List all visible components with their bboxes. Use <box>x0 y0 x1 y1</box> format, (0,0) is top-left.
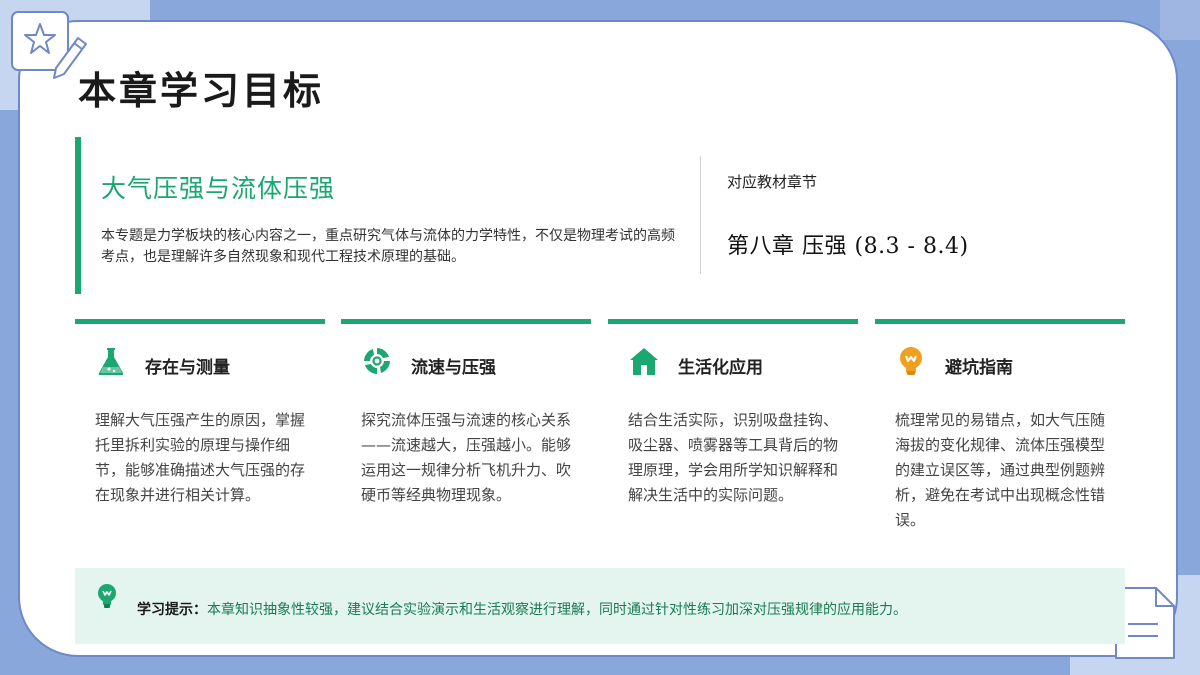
objective-title: 避坑指南 <box>945 358 1013 378</box>
objective-accent-bar <box>608 319 858 324</box>
objective-body: 梳理常见的易错点，如大气压随海拔的变化规律、流体压强模型的建立误区等，通过典型例… <box>895 411 1106 529</box>
topic-title: 大气压强与流体压强 <box>101 174 336 203</box>
objective-card-measurement: 存在与测量 理解大气压强产生的原因，掌握托里拆利实验的原理与操作细节，能够准确描… <box>75 319 325 549</box>
objective-body: 理解大气压强产生的原因，掌握托里拆利实验的原理与操作细节，能够准确描述大气压强的… <box>95 411 306 504</box>
lightbulb-icon <box>900 347 922 375</box>
study-tip-content: 本章知识抽象性较强，建议结合实验演示和生活观察进行理解，同时通过针对性练习加深对… <box>207 602 907 618</box>
objective-body: 结合生活实际，识别吸盘挂钩、吸尘器、喷雾器等工具背后的物理原理，学会用所学知识解… <box>628 411 839 504</box>
objective-card-flow: 流速与压强 探究流体压强与流速的核心关系——流速越大，压强越小。能够运用这一规律… <box>341 319 591 549</box>
objective-accent-bar <box>341 319 591 324</box>
objective-title: 存在与测量 <box>145 358 230 378</box>
star-pencil-icon <box>11 11 87 79</box>
study-tip-text: 学习提示：本章知识抽象性较强，建议结合实验演示和生活观察进行理解，同时通过针对性… <box>137 599 907 619</box>
objective-accent-bar <box>875 319 1125 324</box>
page-title: 本章学习目标 <box>78 69 325 113</box>
chapter-value: 第八章 压强 (8.3 - 8.4) <box>727 234 969 259</box>
objective-body: 探究流体压强与流速的核心关系——流速越大，压强越小。能够运用这一规律分析飞机升力… <box>361 411 572 504</box>
swirl-icon <box>364 348 390 374</box>
study-tip-label: 学习提示： <box>137 602 207 618</box>
chapter-label: 对应教材章节 <box>727 173 818 191</box>
corner-decoration-top-right <box>1160 0 1200 40</box>
study-tip-box: 学习提示：本章知识抽象性较强，建议结合实验演示和生活观察进行理解，同时通过针对性… <box>75 568 1125 644</box>
flask-icon <box>98 348 124 375</box>
house-icon <box>630 348 658 375</box>
objective-title: 生活化应用 <box>678 358 763 378</box>
objective-card-pitfalls: 避坑指南 梳理常见的易错点，如大气压随海拔的变化规律、流体压强模型的建立误区等，… <box>875 319 1125 549</box>
lightbulb-icon <box>98 584 116 608</box>
topic-description: 本专题是力学板块的核心内容之一，重点研究气体与流体的力学特性，不仅是物理考试的高… <box>101 228 675 265</box>
vertical-divider <box>700 156 701 274</box>
objective-card-application: 生活化应用 结合生活实际，识别吸盘挂钩、吸尘器、喷雾器等工具背后的物理原理，学会… <box>608 319 858 549</box>
topic-panel: 大气压强与流体压强 本专题是力学板块的核心内容之一，重点研究气体与流体的力学特性… <box>75 137 685 294</box>
objective-accent-bar <box>75 319 325 324</box>
objective-title: 流速与压强 <box>411 358 496 378</box>
